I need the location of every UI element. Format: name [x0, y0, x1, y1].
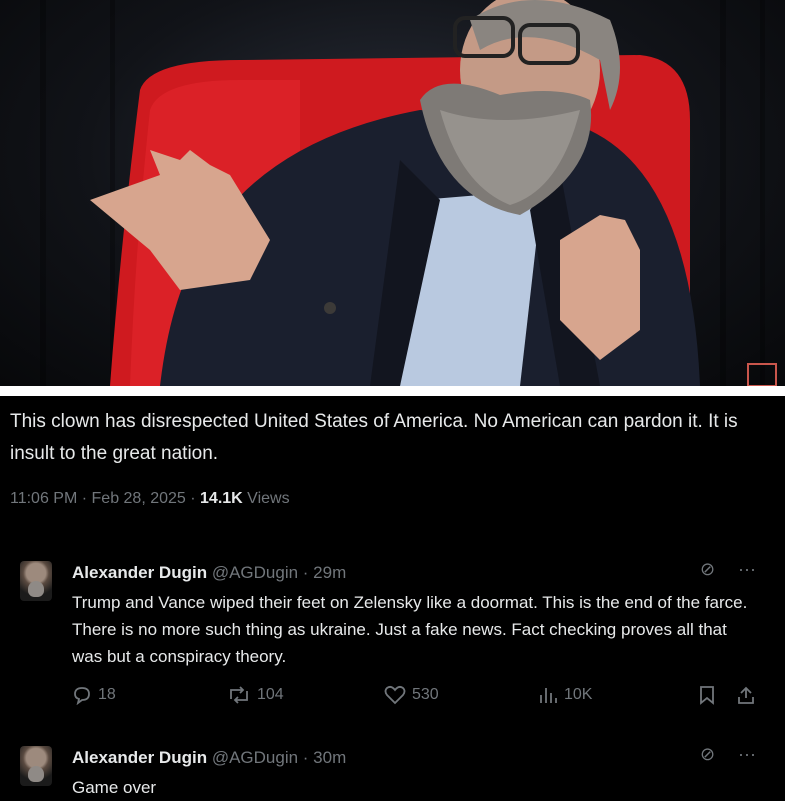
- like-count: 530: [412, 686, 439, 703]
- tweet-time[interactable]: 11:06 PM · Feb 28, 2025 ·: [10, 490, 200, 507]
- grok-icon[interactable]: ⊘: [700, 559, 715, 580]
- like-icon: [384, 685, 406, 705]
- tweet-views-count: 14.1K: [200, 490, 243, 507]
- reply-icon: [74, 687, 90, 705]
- photo-illustration: [40, 0, 777, 386]
- reply-text: Game over: [72, 778, 157, 797]
- reply-text: Trump and Vance wiped their feet on Zele…: [72, 593, 748, 666]
- avatar[interactable]: [20, 561, 52, 601]
- reply-header: Alexander Dugin @AGDugin · 29m: [72, 563, 346, 583]
- grok-icon[interactable]: ⊘: [700, 744, 715, 765]
- repost-button[interactable]: 104: [227, 685, 284, 705]
- tweet-panel: This clown has disrespected United State…: [0, 396, 785, 800]
- avatar[interactable]: [20, 746, 52, 786]
- reply-1[interactable]: Alexander Dugin @AGDugin · 29m ⊘ ··· Tru…: [0, 551, 785, 711]
- reply-actions: 18 104 530 10K: [72, 685, 762, 709]
- views-count: 10K: [564, 686, 593, 703]
- bookmark-button[interactable]: [698, 685, 716, 705]
- bookmark-icon: [700, 686, 714, 705]
- tweet-meta: 11:06 PM · Feb 28, 2025 · 14.1K Views: [10, 490, 290, 508]
- reply-button[interactable]: 18: [72, 685, 116, 705]
- like-button[interactable]: 530: [384, 685, 439, 705]
- reply-header: Alexander Dugin @AGDugin · 30m: [72, 748, 346, 768]
- repost-count: 104: [257, 686, 284, 703]
- views-icon: [540, 688, 557, 703]
- reply-author-handle[interactable]: @AGDugin · 29m: [212, 563, 346, 582]
- more-icon[interactable]: ···: [738, 559, 756, 580]
- reply-author-handle[interactable]: @AGDugin · 30m: [212, 748, 346, 767]
- tweet-photo[interactable]: [0, 0, 785, 386]
- divider: [0, 386, 785, 396]
- reply-author-name[interactable]: Alexander Dugin: [72, 748, 207, 767]
- tweet-text: This clown has disrespected United State…: [10, 411, 738, 464]
- tweet-views-label: Views: [242, 490, 290, 507]
- views-button[interactable]: 10K: [538, 685, 592, 705]
- share-icon: [738, 686, 754, 704]
- more-icon[interactable]: ···: [738, 744, 756, 765]
- reply-author-name[interactable]: Alexander Dugin: [72, 563, 207, 582]
- share-button[interactable]: [736, 685, 756, 705]
- reply-2[interactable]: Alexander Dugin @AGDugin · 30m ⊘ ··· Gam…: [0, 736, 785, 800]
- reply-count: 18: [98, 686, 116, 703]
- repost-icon: [230, 686, 248, 704]
